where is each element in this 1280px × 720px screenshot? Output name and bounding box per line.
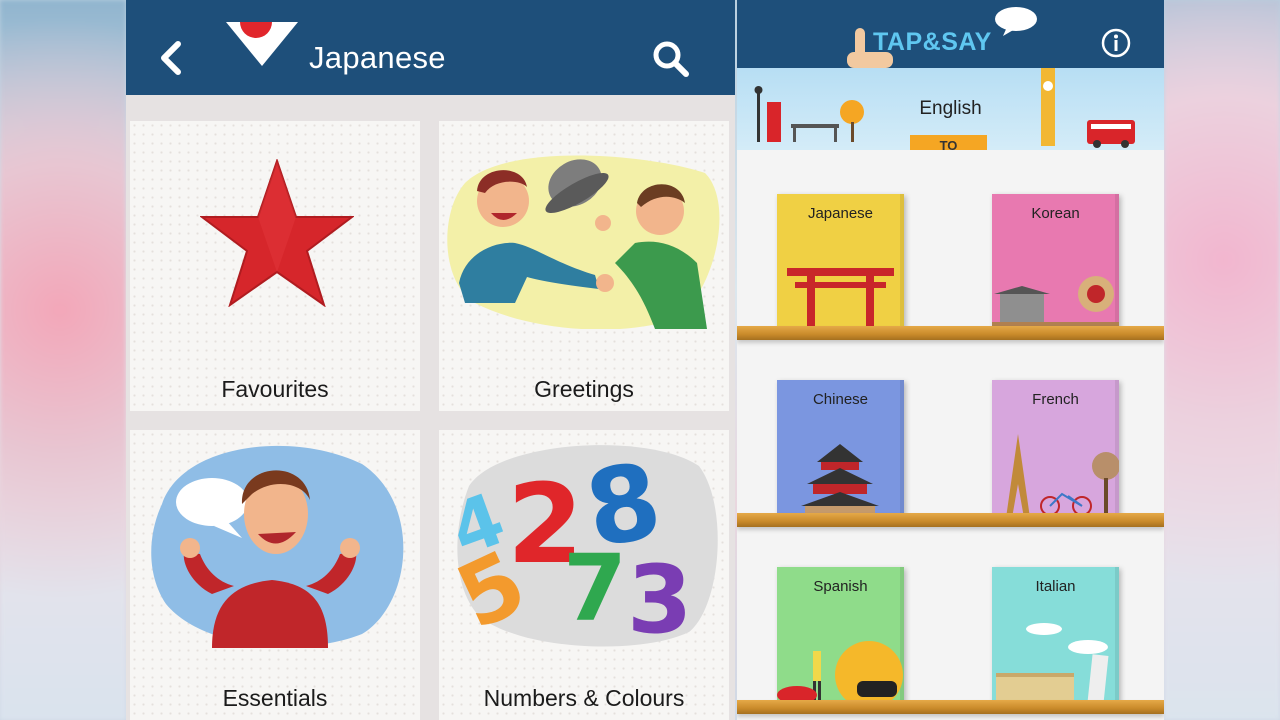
language-book-korean[interactable]: Korean [992, 194, 1119, 332]
korean-temple-drum-icon [992, 276, 1119, 332]
svg-text:7: 7 [563, 535, 627, 642]
info-icon [1101, 28, 1131, 58]
eiffel-tower-bicycle-icon [1006, 434, 1119, 518]
shelf-board [737, 700, 1164, 714]
source-language-label: English [919, 98, 982, 119]
book-title: Korean [1031, 205, 1080, 222]
category-tile-numbers-colours[interactable]: 4 2 8 5 7 3 Numbers & Colours [439, 430, 729, 720]
book-title: Italian [1035, 578, 1076, 595]
colosseum-pisa-icon [996, 623, 1109, 705]
temple-of-heaven-icon [801, 444, 879, 518]
category-label: Favourites [221, 376, 329, 402]
language-book-spanish[interactable]: Spanish [777, 567, 904, 705]
japan-flag-icon [226, 22, 298, 66]
category-label: Numbers & Colours [483, 685, 685, 711]
top-bar: TAP&SAY [737, 0, 1164, 68]
book-title: Chinese [812, 391, 869, 408]
matador-bull-icon [777, 641, 904, 705]
info-button[interactable] [1101, 28, 1131, 58]
search-icon [653, 41, 689, 77]
language-book-japanese[interactable]: Japanese [777, 194, 904, 332]
book-title: Japanese [807, 205, 874, 222]
category-tile-greetings[interactable]: Greetings [439, 121, 729, 411]
svg-text:3: 3 [627, 546, 692, 648]
star-icon [200, 159, 354, 307]
category-label: Greetings [534, 376, 634, 402]
book-title: Spanish [813, 578, 868, 595]
category-tile-essentials[interactable]: Essentials [130, 430, 420, 720]
page-title: Japanese [309, 40, 446, 75]
search-button[interactable] [650, 38, 692, 80]
language-book-french[interactable]: French [992, 380, 1119, 518]
left-app-screen: Japanese Favourites Greetings Essentials… [126, 0, 735, 720]
category-tile-favourites[interactable]: Favourites [130, 121, 420, 411]
background-blur-left [0, 0, 126, 720]
chevron-left-icon [161, 41, 181, 75]
torii-gate-icon [787, 268, 894, 332]
back-button[interactable] [154, 38, 190, 78]
top-bar: Japanese [126, 0, 735, 95]
book-title: French [1032, 391, 1079, 408]
talking-man-illustration [151, 445, 404, 648]
category-label: Essentials [222, 685, 328, 711]
speech-bubble-icon [995, 7, 1037, 36]
greeting-people-illustration [447, 155, 720, 329]
numbers-illustration: 4 2 8 5 7 3 [449, 439, 718, 648]
app-logo: TAP&SAY [873, 28, 992, 56]
shelf-board [737, 326, 1164, 340]
language-book-italian[interactable]: Italian [992, 567, 1119, 705]
background-blur-right [1164, 0, 1280, 720]
right-app-screen: TAP&SAY English TO Japanese Korean Chine… [737, 0, 1164, 720]
shelf-board [737, 513, 1164, 527]
language-book-chinese[interactable]: Chinese [777, 380, 904, 518]
